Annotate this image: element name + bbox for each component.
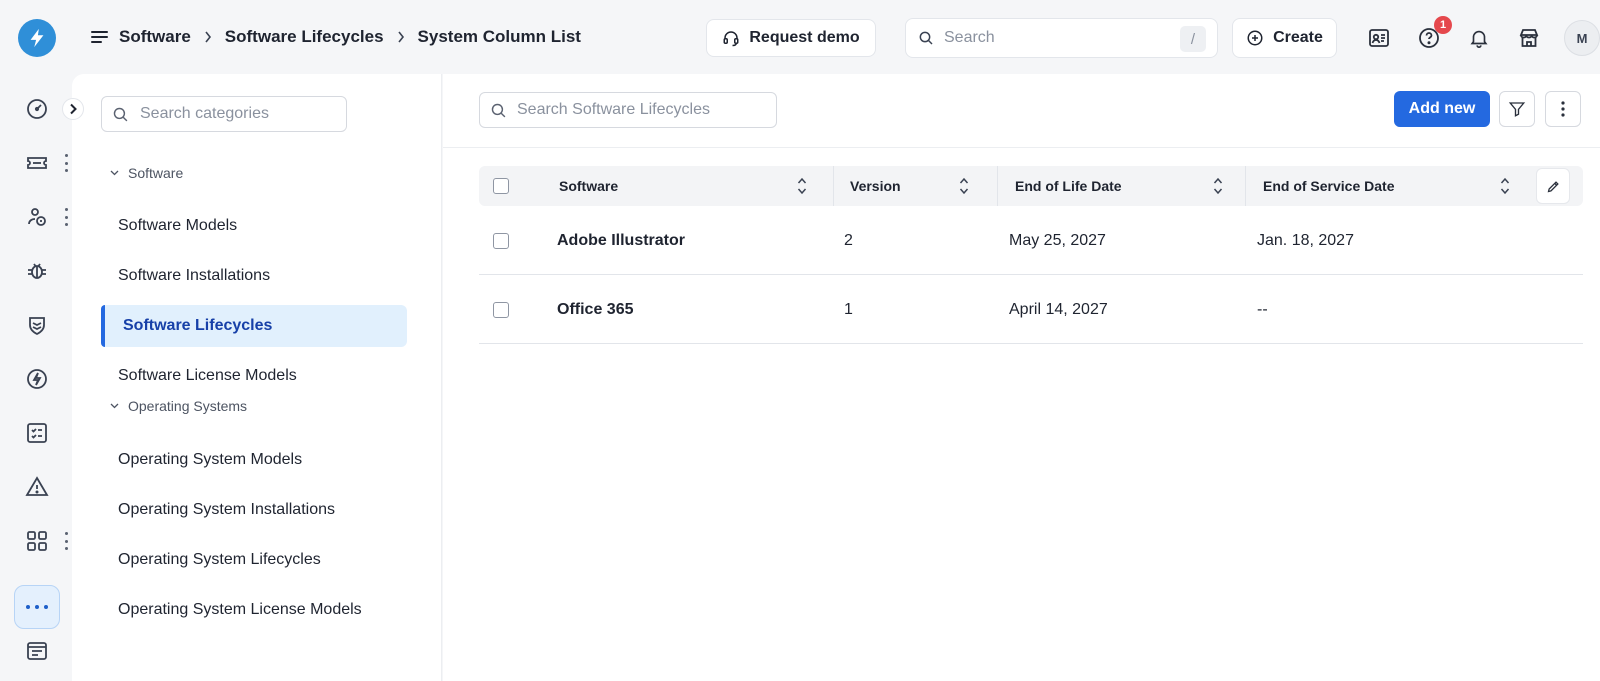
column-header-version[interactable]: Version: [850, 166, 901, 206]
bell-icon[interactable]: [1466, 25, 1492, 51]
category-software-installations[interactable]: Software Installations: [101, 255, 407, 297]
cell-end-of-service-date: Jan. 18, 2027: [1257, 231, 1354, 249]
expand-sidebar-toggle[interactable]: [62, 98, 84, 120]
lifecycles-table: Software Version End of Life Date End of…: [479, 166, 1583, 344]
group-header-software[interactable]: Software: [110, 165, 183, 181]
categories-panel: Search categories Software Software Mode…: [72, 74, 442, 681]
users-icon[interactable]: [24, 204, 50, 230]
checklist-icon[interactable]: [24, 420, 50, 446]
ticket-icon[interactable]: [24, 150, 50, 176]
grid-apps-icon[interactable]: [24, 528, 50, 554]
left-rail: [0, 74, 72, 681]
cell-version: 1: [844, 300, 853, 318]
global-search-input[interactable]: Search /: [905, 18, 1218, 58]
search-shortcut-key: /: [1180, 26, 1206, 52]
headset-icon: [723, 31, 739, 47]
cell-end-of-life-date: May 25, 2027: [1009, 231, 1106, 249]
shield-icon[interactable]: [24, 312, 50, 338]
category-os-lifecycles[interactable]: Operating System Lifecycles: [101, 539, 407, 581]
cell-end-of-service-date: --: [1257, 300, 1268, 318]
request-demo-label: Request demo: [749, 29, 860, 46]
edit-columns-button[interactable]: [1536, 168, 1570, 204]
app-logo[interactable]: [18, 19, 56, 57]
table-row[interactable]: Adobe Illustrator 2 May 25, 2027 Jan. 18…: [479, 206, 1583, 275]
pencil-icon: [1547, 180, 1559, 192]
group-label: Operating Systems: [128, 398, 248, 414]
category-software-license-models[interactable]: Software License Models: [101, 355, 407, 397]
table-row[interactable]: Office 365 1 April 14, 2027 --: [479, 275, 1583, 344]
create-label: Create: [1273, 29, 1323, 46]
sort-icon[interactable]: [797, 176, 807, 196]
sort-icon[interactable]: [1500, 176, 1510, 196]
column-header-end-of-service-date[interactable]: End of Service Date: [1263, 166, 1395, 206]
search-categories-input[interactable]: Search categories: [101, 96, 347, 132]
column-divider: [833, 166, 834, 206]
sort-icon[interactable]: [959, 176, 969, 196]
column-header-end-of-life-date[interactable]: End of Life Date: [1015, 166, 1122, 206]
breadcrumb: Software Software Lifecycles System Colu…: [119, 27, 581, 47]
table-header: Software Version End of Life Date End of…: [479, 166, 1583, 206]
search-placeholder: Search: [944, 29, 995, 46]
search-icon: [491, 103, 506, 117]
hamburger-menu-icon[interactable]: [91, 29, 109, 50]
search-categories-placeholder: Search categories: [140, 105, 269, 122]
category-os-models[interactable]: Operating System Models: [101, 439, 407, 481]
category-os-license-models[interactable]: Operating System License Models: [101, 589, 407, 631]
cell-end-of-life-date: April 14, 2027: [1009, 300, 1108, 318]
chevron-right-icon: [397, 31, 405, 43]
row-checkbox[interactable]: [493, 233, 509, 249]
contact-card-icon[interactable]: [1366, 25, 1392, 51]
search-lifecycles-placeholder: Search Software Lifecycles: [517, 101, 710, 118]
column-header-software[interactable]: Software: [559, 166, 618, 206]
request-demo-button[interactable]: Request demo: [706, 19, 876, 57]
breadcrumb-current: System Column List: [417, 27, 581, 46]
chevron-down-icon: [110, 170, 119, 176]
cell-software[interactable]: Adobe Illustrator: [557, 206, 685, 275]
notification-count-badge: 1: [1434, 16, 1452, 34]
plus-circle-icon: [1247, 30, 1263, 46]
chevron-right-icon: [70, 103, 77, 115]
column-divider: [997, 166, 998, 206]
sort-icon[interactable]: [1213, 176, 1223, 196]
chevron-down-icon: [110, 403, 119, 409]
news-list-icon[interactable]: [24, 638, 50, 664]
group-header-operating-systems[interactable]: Operating Systems: [110, 398, 247, 414]
search-lifecycles-input[interactable]: Search Software Lifecycles: [479, 92, 777, 128]
category-os-installations[interactable]: Operating System Installations: [101, 489, 407, 531]
more-actions-button[interactable]: [1545, 91, 1581, 127]
category-software-lifecycles[interactable]: Software Lifecycles: [101, 305, 407, 347]
search-icon: [113, 107, 128, 121]
column-divider: [1245, 166, 1246, 206]
dashboard-gauge-icon[interactable]: [24, 96, 50, 122]
vertical-dots-icon: [1561, 101, 1565, 117]
warning-icon[interactable]: [24, 474, 50, 500]
breadcrumb-item[interactable]: Software: [119, 27, 191, 47]
bug-icon[interactable]: [24, 258, 50, 284]
chevron-right-icon: [204, 31, 212, 43]
filter-icon: [1508, 102, 1526, 117]
apps-more-options[interactable]: [62, 532, 70, 550]
breadcrumb-item[interactable]: Software Lifecycles: [225, 27, 384, 47]
more-menu-button[interactable]: [14, 585, 60, 629]
top-bar: Software Software Lifecycles System Colu…: [0, 0, 1600, 74]
lightning-circle-icon[interactable]: [24, 366, 50, 392]
group-label: Software: [128, 165, 184, 181]
cell-software[interactable]: Office 365: [557, 275, 633, 344]
filter-button[interactable]: [1499, 91, 1535, 127]
store-icon[interactable]: [1516, 25, 1542, 51]
search-icon: [919, 31, 933, 45]
add-new-button[interactable]: Add new: [1394, 91, 1490, 127]
cell-version: 2: [844, 231, 853, 249]
select-all-checkbox[interactable]: [493, 178, 509, 194]
category-software-models[interactable]: Software Models: [101, 205, 407, 247]
create-button[interactable]: Create: [1232, 18, 1337, 58]
list-toolbar: Search Software Lifecycles Add new: [443, 74, 1600, 148]
lightning-icon: [30, 28, 44, 48]
users-more-options[interactable]: [62, 208, 70, 226]
user-avatar[interactable]: M: [1564, 20, 1600, 56]
row-checkbox[interactable]: [493, 302, 509, 318]
ticket-more-options[interactable]: [62, 154, 70, 172]
main-content: Search Software Lifecycles Add new Softw…: [443, 74, 1600, 681]
